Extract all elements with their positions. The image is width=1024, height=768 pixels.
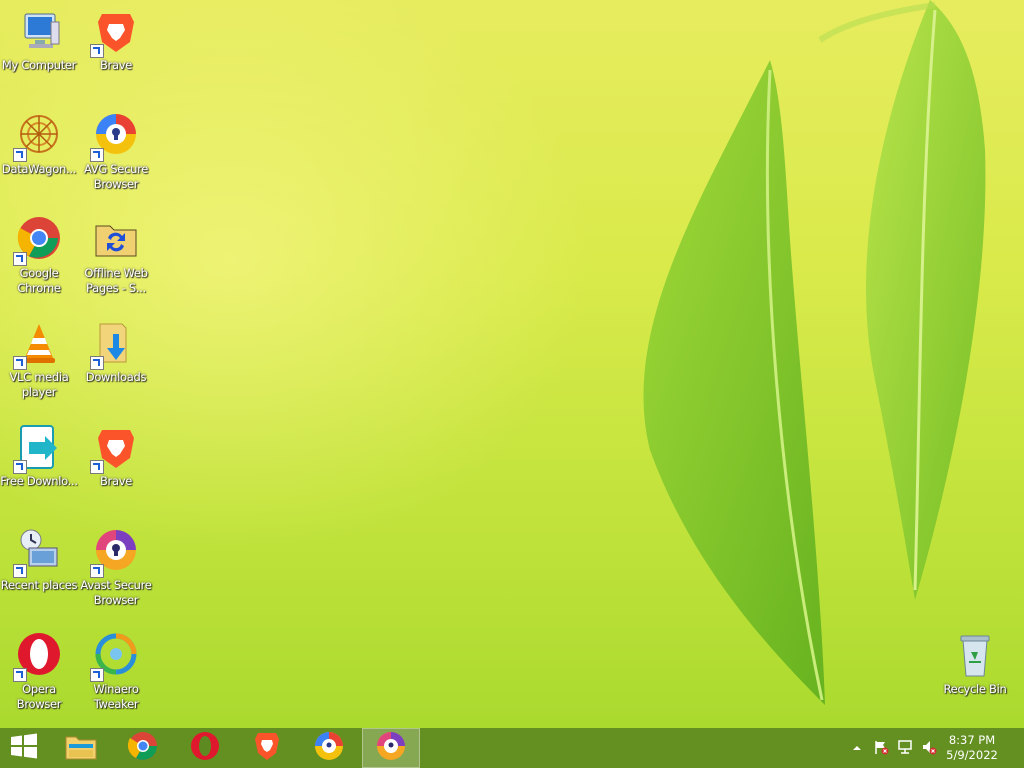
chrome-icon — [127, 731, 158, 765]
desktop-icon-recycle-bin[interactable]: Recycle Bin — [936, 632, 1014, 697]
taskbar-avg-browser[interactable] — [300, 728, 358, 768]
file-explorer-icon — [64, 731, 98, 765]
taskbar-avast-browser[interactable] — [362, 728, 420, 768]
desktop-icon-label: Winaero Tweaker — [93, 682, 139, 711]
desktop-icon-label: Brave — [99, 58, 133, 72]
desktop-icon-label: Offline Web Pages - S... — [84, 266, 148, 295]
avg-browser-icon — [314, 731, 344, 765]
desktop-icon-label: Avast Secure Browser — [80, 578, 152, 607]
computer-icon — [15, 8, 63, 56]
desktop-icon-label: Google Chrome — [17, 266, 61, 295]
tray-clock[interactable]: 8:37 PM 5/9/2022 — [942, 733, 1002, 763]
show-hidden-icons-icon — [852, 742, 862, 755]
taskbar-chrome[interactable] — [114, 728, 172, 768]
desktop-icon-google-chrome[interactable]: Google Chrome — [0, 216, 78, 296]
taskbar-opera[interactable] — [176, 728, 234, 768]
start-button[interactable] — [0, 728, 48, 768]
volume-muted-icon — [921, 739, 937, 758]
desktop-icon-label: Brave — [99, 474, 133, 488]
network-icon — [897, 739, 913, 758]
recycle-bin-icon — [951, 632, 999, 680]
desktop-icon-brave-2[interactable]: Brave — [77, 424, 155, 489]
chrome-icon — [13, 216, 63, 266]
action-center-flag-icon — [873, 739, 889, 758]
datawagon-icon — [13, 112, 63, 162]
desktop-icon-downloads[interactable]: Downloads — [77, 320, 155, 385]
taskbar-brave[interactable] — [238, 728, 296, 768]
brave-icon — [252, 731, 282, 765]
opera-icon — [13, 632, 63, 682]
desktop-icon-label: Free Downlo... — [0, 474, 78, 488]
desktop-icon-vlc[interactable]: VLC media player — [0, 320, 78, 400]
tray-network[interactable] — [894, 728, 916, 768]
desktop-icon-winaero-tweaker[interactable]: Winaero Tweaker — [77, 632, 155, 712]
avast-browser-icon — [376, 731, 406, 765]
windows-logo-icon — [10, 733, 38, 763]
tray-show-hidden-icons[interactable] — [848, 728, 866, 768]
avast-browser-icon — [90, 528, 140, 578]
desktop-icon-label: Downloads — [85, 370, 147, 384]
desktop-icon-label: Opera Browser — [16, 682, 62, 711]
recent-places-icon — [13, 528, 63, 578]
desktop-icon-brave[interactable]: Brave — [77, 8, 155, 73]
desktop-icon-avg-secure-browser[interactable]: AVG Secure Browser — [77, 112, 155, 192]
opera-icon — [190, 731, 220, 765]
offline-folder-icon — [92, 216, 140, 264]
desktop-icon-datawagon[interactable]: DataWagon... — [0, 112, 78, 177]
vlc-icon — [13, 320, 63, 370]
tray-action-center[interactable] — [870, 728, 892, 768]
tray-volume[interactable] — [918, 728, 940, 768]
downloads-folder-icon — [90, 320, 140, 370]
desktop-icon-label: DataWagon... — [1, 162, 77, 176]
avg-browser-icon — [90, 112, 140, 162]
desktop-icon-label: Recycle Bin — [943, 682, 1007, 696]
desktop-icon-label: VLC media player — [9, 370, 69, 399]
desktop-icon-free-download[interactable]: Free Downlo... — [0, 424, 78, 489]
taskbar: 8:37 PM 5/9/2022 — [0, 728, 1024, 768]
brave-icon — [90, 424, 140, 474]
desktop-icon-opera[interactable]: Opera Browser — [0, 632, 78, 712]
clock-time: 8:37 PM — [948, 733, 996, 747]
clock-date: 5/9/2022 — [946, 748, 998, 762]
desktop-icon-label: Recent places — [0, 578, 78, 592]
winaero-icon — [90, 632, 140, 682]
free-download-icon — [13, 424, 63, 474]
desktop-icon-label: AVG Secure Browser — [83, 162, 149, 191]
desktop-icon-avast-secure-browser[interactable]: Avast Secure Browser — [77, 528, 155, 608]
taskbar-file-explorer[interactable] — [52, 728, 110, 768]
desktop-icon-my-computer[interactable]: My Computer — [0, 8, 78, 73]
desktop-icon-offline-web-pages[interactable]: Offline Web Pages - S... — [77, 216, 155, 296]
desktop-icon-recent-places[interactable]: Recent places — [0, 528, 78, 593]
desktop-icon-label: My Computer — [1, 58, 77, 72]
brave-icon — [90, 8, 140, 58]
